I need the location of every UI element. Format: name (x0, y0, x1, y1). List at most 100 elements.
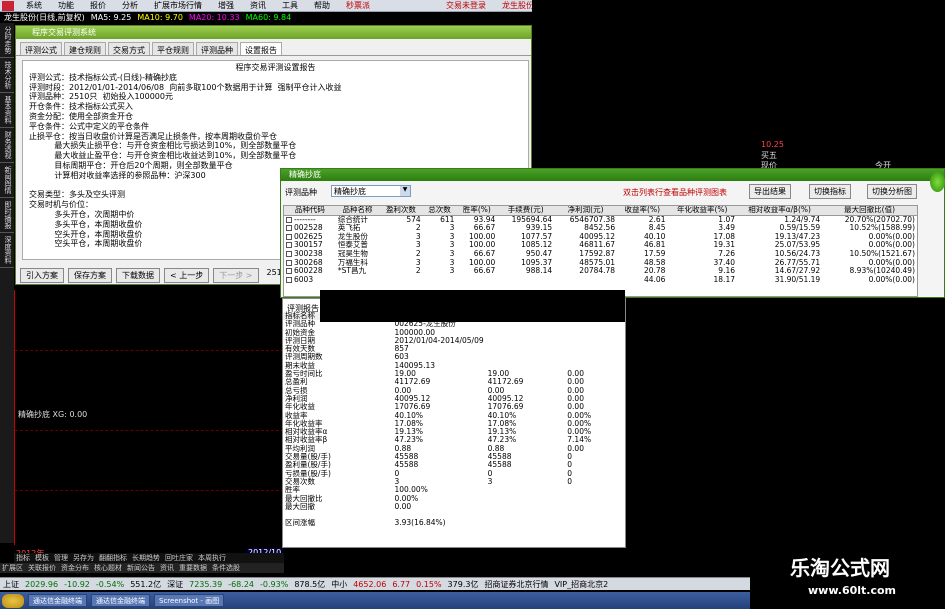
btab-save-as[interactable]: 另存为 (71, 553, 96, 563)
menu-extended-market[interactable]: 扩展市场行情 (146, 0, 210, 11)
tab-trade-mode[interactable]: 交易方式 (108, 42, 150, 55)
menu-system[interactable]: 系统 (18, 0, 50, 11)
ext-tab-related[interactable]: 关联报价 (26, 563, 58, 573)
row-checkbox[interactable] (286, 233, 292, 240)
column-header[interactable]: 相对收益率α/β(%) (737, 206, 823, 216)
tab-settings-report[interactable]: 设置报告 (240, 42, 282, 55)
btab-long-trend[interactable]: 长期趋势 (130, 553, 162, 563)
ext-tab-core[interactable]: 核心题材 (92, 563, 124, 573)
indicator-tabs: 指标 模板 管理 另存为 翻翻指标 长期趋势 回吐庄家 本周执行 (14, 553, 284, 563)
dialog-tabs: 评测公式 建仓规则 交易方式 平仓规则 评测品种 设置报告 (16, 39, 531, 56)
next-step-button[interactable]: 下一步 > (213, 268, 259, 283)
trade-login-status[interactable]: 交易未登录 (438, 0, 494, 11)
vtab-intraday[interactable]: 分时走势 (0, 23, 14, 58)
ext-tab-funds[interactable]: 资金分布 (59, 563, 91, 573)
import-scheme-button[interactable]: 引入方案 (20, 268, 64, 283)
sme-index-pct: 0.15% (416, 579, 442, 589)
detail-cell: 0.00 (567, 443, 584, 453)
detail-cell: 0 (394, 468, 400, 478)
btab-template[interactable]: 模板 (33, 553, 51, 563)
menu-analysis[interactable]: 分析 (114, 0, 146, 11)
ext-tab-info[interactable]: 资讯 (158, 563, 176, 573)
column-header[interactable]: 年化收益率(%) (667, 206, 737, 216)
sz-index-label[interactable]: 深证 (164, 579, 186, 590)
vtab-technical[interactable]: 技术分析 (0, 58, 14, 93)
save-scheme-button[interactable]: 保存方案 (68, 268, 112, 283)
detail-row (283, 511, 625, 519)
ext-tab-news[interactable]: 新闻公告 (125, 563, 157, 573)
detail-cell (486, 495, 566, 503)
row-checkbox[interactable] (286, 276, 292, 283)
row-checkbox[interactable] (286, 216, 292, 223)
vtab-deep-info[interactable]: 深度资料 (0, 233, 14, 268)
btab-retreat[interactable]: 回吐庄家 (163, 553, 195, 563)
row-checkbox[interactable] (286, 259, 292, 266)
row-checkbox[interactable] (286, 268, 292, 275)
row-checkbox[interactable] (286, 242, 292, 249)
sh-index-label[interactable]: 上证 (0, 579, 22, 590)
menu-function[interactable]: 功能 (50, 0, 82, 11)
table-cell (336, 276, 379, 285)
tab-eval-formula[interactable]: 评测公式 (20, 42, 62, 55)
btab-flip[interactable]: 翻翻指标 (97, 553, 129, 563)
table-row[interactable]: 600228 *ST昌九 2 3 66.67 988.14 20784.78 20.78 9.1… (284, 266, 917, 276)
tab-eval-symbols[interactable]: 评测品种 (196, 42, 238, 55)
watermark-url: www.60lt.com (808, 584, 897, 597)
switch-indicator-button[interactable]: 切换指标 (809, 184, 851, 199)
menu-help[interactable]: 帮助 (306, 0, 338, 11)
prev-step-button[interactable]: < 上一步 (164, 268, 210, 283)
vtab-finance[interactable]: 财务透视 (0, 128, 14, 163)
row-checkbox[interactable] (286, 225, 292, 232)
column-header[interactable]: 胜率(%) (456, 206, 498, 216)
export-result-button[interactable]: 导出结果 (749, 184, 791, 199)
menu-quote[interactable]: 报价 (82, 0, 114, 11)
row-checkbox[interactable] (286, 250, 292, 257)
float-ball-icon[interactable] (930, 172, 945, 192)
vtab-news[interactable]: 新闻舆情 (0, 163, 14, 198)
table-row[interactable]: 6003 44.06 18.17 31.90/51.19 0.00%(0.00) (284, 275, 917, 285)
column-header[interactable]: 总次数 (422, 206, 457, 216)
detail-cell (565, 486, 625, 494)
column-header[interactable]: 盈利次数 (379, 206, 423, 216)
ext-tab-area[interactable]: 扩展区 (0, 563, 25, 573)
detail-cell: 3 (487, 476, 493, 486)
ma60-value: MA60: 9.84 (245, 13, 292, 22)
taskbar-item[interactable]: 通达信金融终端 (28, 594, 87, 607)
menu-second-ticket[interactable]: 秒票派 (338, 0, 378, 11)
taskbar-item[interactable]: Screenshot - 画图 (154, 594, 225, 607)
btab-weekly[interactable]: 本周执行 (196, 553, 228, 563)
menu-info[interactable]: 资讯 (242, 0, 274, 11)
report-line: 平仓条件：公式中定义的平仓条件 (29, 121, 149, 131)
btab-manage[interactable]: 管理 (52, 553, 70, 563)
eval-select[interactable]: 精确抄底 ▼ (331, 185, 411, 197)
sme-index-label[interactable]: 中小 (328, 579, 350, 590)
detail-cell: 最大回撤 (285, 501, 315, 511)
start-button-icon[interactable] (2, 593, 24, 608)
tab-open-rules[interactable]: 建仓规则 (64, 42, 106, 55)
vtab-basic-info[interactable]: 基本资料 (0, 93, 14, 128)
eval-result-toolbar: 评测品种 精确抄底 ▼ 双击列表行查看品种评测图表 导出结果 切换指标 切换分析… (281, 181, 944, 203)
menu-tools[interactable]: 工具 (274, 0, 306, 11)
column-header[interactable]: 最大回撤比(值) (822, 206, 917, 216)
app-logo-icon (2, 0, 14, 11)
tab-close-rules[interactable]: 平仓规则 (152, 42, 194, 55)
column-header[interactable]: 手续费(元) (497, 206, 555, 216)
detail-table: 指标名称全部交易多头空头评测品种002625-龙生股份初始资金100000.00… (283, 311, 625, 528)
taskbar-item[interactable]: 通达信金融终端 (91, 594, 150, 607)
column-header[interactable]: 品种名称 (335, 206, 380, 216)
column-header[interactable]: 净利润(元) (554, 206, 618, 216)
chevron-down-icon[interactable]: ▼ (400, 186, 410, 196)
download-data-button[interactable]: 下载数据 (116, 268, 160, 283)
eval-result-table[interactable]: 品种代码 品种名称 盈利次数 总次数 胜率(%) 手续费(元) 净利润(元) 收益率(%) 年化… (283, 205, 918, 297)
column-header[interactable]: 收益率(%) (617, 206, 668, 216)
vtab-broadcast[interactable]: 即时播报 (0, 198, 14, 233)
detail-row: 胜率 100.00% (283, 485, 625, 494)
menu-enhance[interactable]: 增强 (210, 0, 242, 11)
vip-server[interactable]: VIP_招商北京2 (551, 579, 611, 590)
btab-indicator[interactable]: 指标 (14, 553, 32, 563)
broker-server[interactable]: 招商证券北京行情 (481, 579, 551, 590)
switch-chart-button[interactable]: 切换分析图 (867, 184, 917, 199)
market-status-bar: 上证 2029.96 -10.92 -0.54% 551.2亿 深证 7235.… (0, 577, 750, 590)
ext-tab-data[interactable]: 重要数据 (177, 563, 209, 573)
ext-tab-screener[interactable]: 条件选股 (210, 563, 242, 573)
